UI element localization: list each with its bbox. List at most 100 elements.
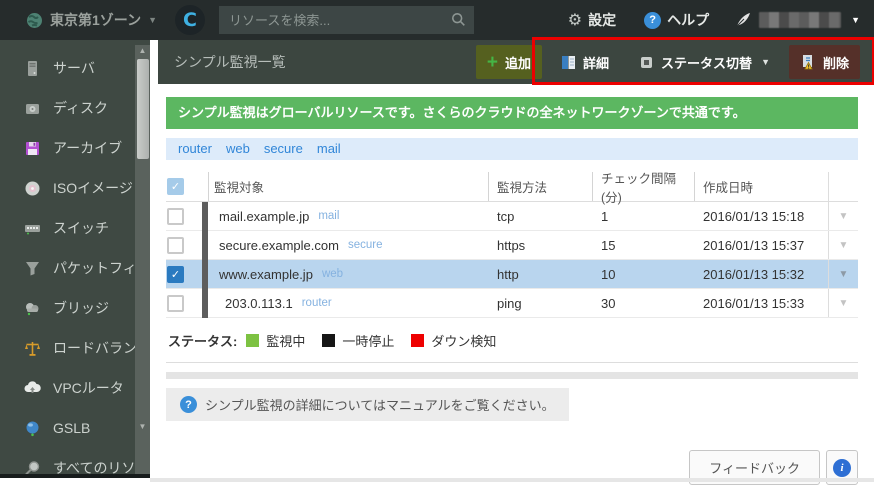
row-checkbox[interactable]: [167, 295, 184, 312]
row-checkbox[interactable]: [167, 237, 184, 254]
legend-title: ステータス:: [168, 331, 237, 350]
created-at: 2016/01/13 15:37: [694, 231, 828, 259]
feather-icon: [735, 12, 751, 28]
gear-icon: ⚙: [568, 10, 582, 30]
sidebar-item-switch[interactable]: スイッチ: [0, 208, 150, 248]
check-interval: 15: [592, 231, 694, 259]
page-title: シンプル監視一覧: [174, 52, 286, 72]
sidebar-item-vpc-router[interactable]: VPCルータ: [0, 368, 150, 408]
select-all-checkbox[interactable]: ✓: [167, 178, 184, 195]
sidebar-item-label: VPCルータ: [53, 378, 124, 398]
help-button[interactable]: ? ヘルプ: [644, 10, 709, 30]
status-color-paused: [322, 334, 335, 347]
help-icon: ?: [180, 396, 197, 413]
search-input[interactable]: [219, 6, 474, 34]
topbar-right: ⚙ 設定 ? ヘルプ ▼: [568, 10, 860, 30]
resource-tag[interactable]: web: [322, 268, 343, 280]
server-icon: [24, 60, 41, 77]
sidebar-item-bridge[interactable]: ブリッジ: [0, 288, 150, 328]
sidebar-item-label: スイッチ: [53, 218, 109, 238]
delete-button[interactable]: 削除: [789, 45, 860, 79]
scrollbar-up-arrow[interactable]: ▲: [135, 45, 150, 57]
chevron-down-icon: ▼: [761, 57, 770, 67]
status-toggle-button[interactable]: ステータス切替 ▼: [628, 45, 781, 79]
sidebar-bottom-strip: [0, 474, 150, 478]
manual-info-text[interactable]: シンプル監視の詳細についてはマニュアルをご覧ください。: [205, 395, 555, 414]
row-dropdown-caret[interactable]: ▼: [828, 289, 858, 317]
bridge-icon: [24, 300, 41, 317]
packet-filter-icon: [24, 260, 41, 277]
content-area: シンプル監視はグローバルリソースです。さくらのクラウドの全ネットワークゾーンで共…: [150, 84, 874, 478]
legend-item-monitoring: 監視中: [246, 331, 305, 350]
sidebar-item-load-balancer[interactable]: ロードバランサ: [0, 328, 150, 368]
plus-icon: +: [487, 53, 498, 72]
sidebar-scrollbar[interactable]: ▲ ▼: [135, 45, 150, 475]
resource-tag[interactable]: router: [302, 297, 332, 309]
page-header: シンプル監視一覧 + 追加 詳細 ステータス切替 ▼ 削除: [158, 40, 874, 84]
search-box: [219, 6, 474, 34]
main-panel: シンプル監視一覧 + 追加 詳細 ステータス切替 ▼ 削除 シンプル監視はグロー…: [150, 40, 874, 478]
cloud-logo[interactable]: C: [175, 5, 205, 35]
column-header-target[interactable]: 監視対象: [208, 172, 488, 201]
sidebar-item-packet-filter[interactable]: パケットフィルタ: [0, 248, 150, 288]
table-row-selected[interactable]: ✓ www.example.jpweb http 10 2016/01/13 1…: [166, 260, 858, 289]
global-resource-banner: シンプル監視はグローバルリソースです。さくらのクラウドの全ネットワークゾーンで共…: [166, 97, 858, 129]
created-at: 2016/01/13 15:33: [694, 289, 828, 317]
check-interval: 30: [592, 289, 694, 317]
monitor-target[interactable]: secure.example.com: [219, 238, 339, 253]
sidebar-item-label: GSLB: [53, 420, 90, 436]
switch-icon: [24, 220, 41, 237]
scrollbar-thumb[interactable]: [137, 59, 149, 159]
row-dropdown-caret[interactable]: ▼: [828, 231, 858, 259]
sidebar-item-server[interactable]: サーバ: [0, 48, 150, 88]
monitor-method: http: [488, 260, 592, 288]
tag-filter-bar: router web secure mail: [166, 138, 858, 160]
sidebar-item-all-resources[interactable]: すべてのリソース: [0, 448, 150, 488]
sidebar-item-archive[interactable]: アーカイブ: [0, 128, 150, 168]
sidebar-item-gslb[interactable]: GSLB: [0, 408, 150, 448]
tag-link-mail[interactable]: mail: [317, 138, 341, 160]
tag-link-router[interactable]: router: [178, 138, 212, 160]
monitor-method: ping: [488, 289, 592, 317]
sidebar-item-disk[interactable]: ディスク: [0, 88, 150, 128]
toolbar: + 追加 詳細 ステータス切替 ▼ 削除: [476, 45, 860, 79]
column-header-interval[interactable]: チェック間隔(分): [592, 172, 694, 201]
detail-button[interactable]: 詳細: [550, 45, 620, 79]
status-legend: ステータス: 監視中 一時停止 ダウン検知: [166, 318, 858, 363]
monitor-target[interactable]: 203.0.113.1: [219, 296, 293, 311]
sidebar-item-label: ディスク: [53, 98, 108, 118]
row-dropdown-caret[interactable]: ▼: [828, 260, 858, 288]
table-row[interactable]: 203.0.113.1 router ping 30 2016/01/13 15:…: [166, 289, 858, 318]
monitor-target[interactable]: mail.example.jp: [219, 209, 309, 224]
resource-tag[interactable]: secure: [348, 239, 383, 251]
table-row[interactable]: mail.example.jpmail tcp 1 2016/01/13 15:…: [166, 202, 858, 231]
row-dropdown-caret[interactable]: ▼: [828, 202, 858, 230]
sidebar-item-label: アーカイブ: [53, 138, 122, 158]
add-button[interactable]: + 追加: [476, 45, 542, 79]
column-header-method[interactable]: 監視方法: [488, 172, 592, 201]
monitor-target[interactable]: www.example.jp: [219, 267, 313, 282]
settings-button[interactable]: ⚙ 設定: [568, 10, 616, 30]
legend-item-down: ダウン検知: [411, 331, 496, 350]
section-divider: [166, 372, 858, 379]
resource-tag[interactable]: mail: [318, 210, 339, 222]
manual-info-box: ? シンプル監視の詳細についてはマニュアルをご覧ください。: [166, 388, 569, 421]
sidebar-item-label: サーバ: [53, 58, 95, 78]
load-balancer-icon: [24, 340, 41, 357]
status-toggle-icon: [639, 55, 654, 70]
row-checkbox-checked[interactable]: ✓: [167, 266, 184, 283]
status-color-monitoring: [246, 334, 259, 347]
row-checkbox[interactable]: [167, 208, 184, 225]
tag-link-secure[interactable]: secure: [264, 138, 303, 160]
account-menu[interactable]: ▼: [735, 12, 860, 28]
sidebar-item-iso[interactable]: ISOイメージ: [0, 168, 150, 208]
zone-selector[interactable]: 東京第1ゾーン ▼: [26, 10, 157, 30]
table-row[interactable]: secure.example.comsecure https 15 2016/0…: [166, 231, 858, 260]
detail-button-label: 詳細: [583, 53, 609, 72]
tag-link-web[interactable]: web: [226, 138, 250, 160]
scrollbar-down-arrow[interactable]: ▼: [135, 421, 150, 433]
book-icon: [561, 55, 576, 70]
bottom-strip: [150, 478, 874, 482]
check-interval: 1: [592, 202, 694, 230]
column-header-created[interactable]: 作成日時: [694, 172, 828, 201]
